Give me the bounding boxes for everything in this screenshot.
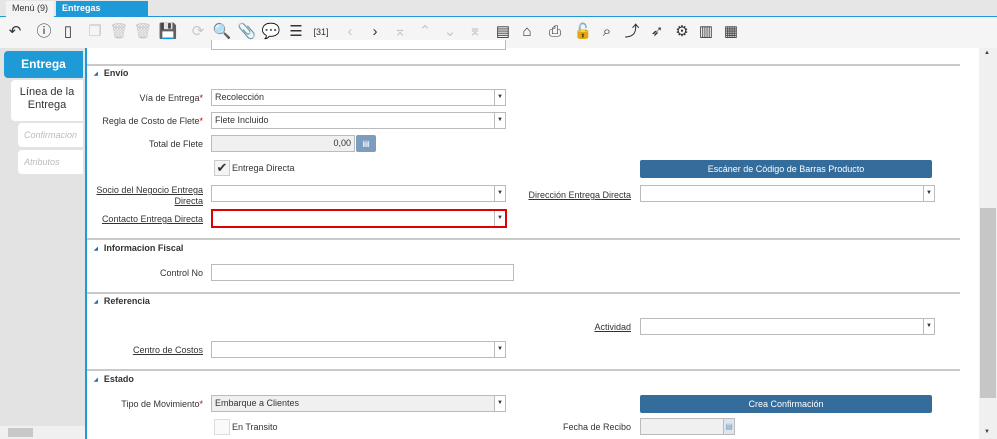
horizontal-scrollbar[interactable] (0, 426, 85, 439)
centro-costos-select[interactable]: ▼ (211, 341, 506, 358)
fecha-recibo-input[interactable]: ▤ (640, 418, 735, 435)
total-flete-input[interactable]: 0,00 (211, 135, 355, 152)
en-transito-checkbox[interactable] (214, 419, 230, 435)
calendar-icon: ▤ (723, 419, 734, 434)
chevron-down-icon: ▼ (923, 319, 934, 334)
en-transito-label: En Transito (232, 422, 278, 432)
section-informacion-fiscal[interactable]: Informacion Fiscal (94, 243, 184, 253)
product-info-icon[interactable]: ▥ (695, 22, 717, 42)
chevron-down-icon: ▼ (494, 211, 505, 226)
direccion-select[interactable]: ▼ (640, 185, 935, 202)
last-icon[interactable]: ⌆ (464, 22, 486, 42)
print-icon[interactable]: ⎙ (544, 22, 566, 42)
chevron-down-icon: ▼ (494, 90, 505, 105)
detail-icon[interactable]: ⌄ (439, 22, 461, 42)
regla-costo-label: Regla de Costo de Flete* (102, 116, 203, 126)
find-icon[interactable]: 🔍 (211, 22, 233, 42)
attachment-icon[interactable]: 📎 (236, 22, 258, 42)
tab-label: Menú (9) (12, 3, 49, 13)
entrega-directa-label: Entrega Directa (232, 163, 295, 173)
zoom-across-icon[interactable]: ⌕ (596, 22, 618, 42)
actividad-select[interactable]: ▼ (640, 318, 935, 335)
tipo-movimiento-label: Tipo de Movimiento* (121, 399, 203, 409)
tipo-movimiento-select[interactable]: Embarque a Clientes ▼ (211, 395, 506, 412)
divider (87, 64, 960, 66)
delete-icon[interactable]: 🗑 (108, 22, 130, 42)
tab-menu[interactable]: Menú (9) (6, 1, 55, 17)
divider (87, 292, 960, 294)
report-icon[interactable]: ▤ (492, 22, 514, 42)
undo-icon[interactable]: ↶ (4, 22, 26, 42)
chevron-down-icon: ▼ (494, 342, 505, 357)
via-entrega-label: Vía de Entrega* (139, 93, 203, 103)
chat-icon[interactable]: 💬 (260, 22, 282, 42)
section-estado[interactable]: Estado (94, 374, 134, 384)
direccion-label[interactable]: Dirección Entrega Directa (500, 190, 631, 201)
sidebar-item-entrega[interactable]: Entrega (4, 51, 83, 78)
process-icon[interactable]: ⚙ (671, 22, 693, 42)
parent-icon[interactable]: ⌃ (414, 22, 436, 42)
previous-icon[interactable]: ‹ (339, 22, 361, 42)
window-tab-bar: Menú (9) Entregas (Cliente)✕ (0, 0, 997, 28)
divider (87, 369, 960, 371)
entrega-directa-checkbox[interactable]: ✔ (214, 160, 230, 176)
vertical-scrollbar[interactable]: ▲ ▼ (979, 48, 997, 439)
first-icon[interactable]: ⌅ (389, 22, 411, 42)
save-icon[interactable]: 💾 (157, 22, 179, 42)
chevron-down-icon: ▼ (494, 396, 505, 411)
scroll-down-icon[interactable]: ▼ (984, 429, 990, 435)
scroll-up-icon[interactable]: ▲ (984, 50, 990, 56)
tab-entregas[interactable]: Entregas (Cliente)✕ (56, 1, 148, 28)
chevron-down-icon: ▼ (494, 113, 505, 128)
archive-icon[interactable]: ⌂ (516, 22, 538, 42)
post-icon[interactable]: ▦ (720, 22, 742, 42)
calendar-icon[interactable]: [31] (310, 22, 332, 42)
next-icon[interactable]: › (364, 22, 386, 42)
delete-selection-icon[interactable]: 🗑 (132, 22, 154, 42)
total-flete-label: Total de Flete (148, 139, 203, 149)
crea-confirmacion-button[interactable]: Crea Confirmación (640, 395, 932, 413)
calculator-icon[interactable]: ▤ (356, 135, 376, 152)
copy-icon[interactable]: ❐ (84, 22, 106, 42)
help-icon[interactable]: ⓘ (33, 22, 55, 42)
section-envio[interactable]: Envío (94, 68, 129, 78)
chevron-down-icon: ▼ (923, 186, 934, 201)
contacto-label[interactable]: Contacto Entrega Directa (90, 214, 203, 225)
actividad-label[interactable]: Actividad (500, 322, 631, 333)
control-no-input[interactable] (211, 264, 514, 281)
previous-field[interactable] (211, 40, 506, 50)
sidebar-item-atributos[interactable]: Atributos (18, 150, 83, 174)
barcode-scanner-button[interactable]: Escáner de Código de Barras Producto (640, 160, 932, 178)
sidebar-item-linea[interactable]: Línea de la Entrega (11, 80, 83, 121)
send-icon[interactable]: ➶ (646, 22, 668, 42)
socio-label[interactable]: Socio del Negocio Entrega Directa (95, 185, 203, 207)
fecha-recibo-label: Fecha de Recibo (562, 422, 631, 432)
grid-toggle-icon[interactable]: ☰ (285, 22, 307, 42)
divider (87, 238, 960, 240)
new-record-icon[interactable]: ▯ (57, 22, 79, 42)
via-entrega-select[interactable]: Recolección ▼ (211, 89, 506, 106)
contacto-select[interactable]: ▼ (211, 209, 507, 228)
centro-costos-label[interactable]: Centro de Costos (90, 345, 203, 356)
form-panel (85, 48, 979, 439)
lock-icon[interactable]: 🔓 (572, 22, 594, 42)
control-no-label: Control No (159, 268, 203, 278)
tab-sidebar: Entrega Línea de la Entrega Confirmacion… (0, 48, 85, 439)
regla-costo-select[interactable]: Flete Incluido ▼ (211, 112, 506, 129)
scroll-thumb[interactable] (980, 208, 996, 398)
workflow-icon[interactable]: ⤴ (621, 22, 643, 42)
section-referencia[interactable]: Referencia (94, 296, 150, 306)
refresh-icon[interactable]: ⟳ (187, 22, 209, 42)
sidebar-item-confirmacion[interactable]: Confirmacion (18, 123, 83, 147)
socio-select[interactable]: ▼ (211, 185, 506, 202)
